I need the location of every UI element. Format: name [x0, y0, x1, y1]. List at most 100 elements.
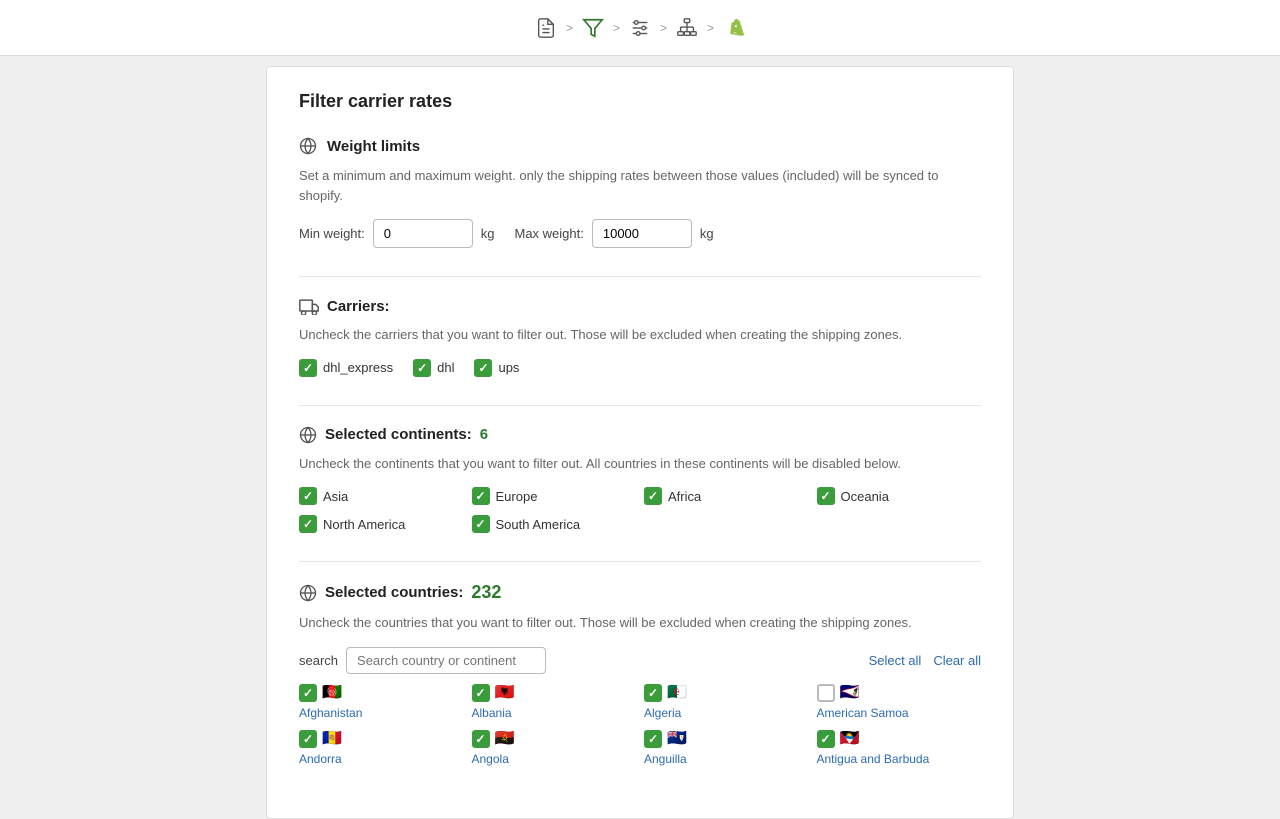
weight-limits-title: Weight limits — [327, 138, 420, 155]
continent-asia[interactable]: Asia — [299, 487, 464, 505]
country-anguilla-checkbox[interactable] — [644, 730, 662, 748]
country-afghanistan[interactable]: 🇦🇫 Afghanistan — [299, 684, 464, 720]
search-input[interactable] — [346, 647, 546, 674]
country-anguilla[interactable]: 🇦🇮 Anguilla — [644, 730, 809, 766]
continent-europe[interactable]: Europe — [472, 487, 637, 505]
country-anguilla-row: 🇦🇮 — [644, 730, 691, 748]
search-row: search — [299, 647, 546, 674]
continent-south-america-checkbox[interactable] — [472, 515, 490, 533]
country-angola-name: Angola — [472, 752, 509, 766]
continent-south-america[interactable]: South America — [472, 515, 637, 533]
continent-oceania[interactable]: Oceania — [817, 487, 982, 505]
country-albania[interactable]: 🇦🇱 Albania — [472, 684, 637, 720]
carriers-desc: Uncheck the carriers that you want to fi… — [299, 325, 981, 345]
countries-count: 232 — [471, 582, 501, 603]
country-andorra-name: Andorra — [299, 752, 342, 766]
weight-limits-section: Weight limits Set a minimum and maximum … — [299, 136, 981, 248]
country-afghanistan-name: Afghanistan — [299, 706, 362, 720]
min-weight-input[interactable] — [373, 219, 473, 248]
country-albania-flag: 🇦🇱 — [495, 685, 519, 701]
weight-inputs-row: Min weight: kg Max weight: kg — [299, 219, 981, 248]
globe-continents-icon — [299, 426, 317, 444]
country-afghanistan-flag: 🇦🇫 — [322, 685, 346, 701]
country-algeria-checkbox[interactable] — [644, 684, 662, 702]
country-andorra-flag: 🇦🇩 — [322, 731, 346, 747]
select-all-button[interactable]: Select all — [869, 653, 922, 668]
carrier-dhl-label: dhl — [437, 360, 454, 375]
continent-north-america[interactable]: North America — [299, 515, 464, 533]
country-albania-checkbox[interactable] — [472, 684, 490, 702]
country-angola-flag: 🇦🇴 — [495, 731, 519, 747]
continents-grid: Asia Europe Africa Oceania North America — [299, 487, 981, 533]
country-andorra[interactable]: 🇦🇩 Andorra — [299, 730, 464, 766]
weight-limits-header: Weight limits — [299, 136, 981, 156]
clear-all-button[interactable]: Clear all — [933, 653, 981, 668]
country-angola[interactable]: 🇦🇴 Angola — [472, 730, 637, 766]
continent-africa-label: Africa — [668, 489, 701, 504]
carriers-list: dhl_express dhl ups — [299, 359, 981, 377]
continent-africa-checkbox[interactable] — [644, 487, 662, 505]
carrier-ups-label: ups — [498, 360, 519, 375]
max-weight-label: Max weight: — [514, 226, 583, 241]
carrier-dhl[interactable]: dhl — [413, 359, 454, 377]
country-algeria-flag: 🇩🇿 — [667, 685, 691, 701]
continent-asia-label: Asia — [323, 489, 348, 504]
max-weight-unit: kg — [700, 226, 714, 241]
country-afghanistan-checkbox[interactable] — [299, 684, 317, 702]
carrier-ups-checkbox[interactable] — [474, 359, 492, 377]
countries-section: Selected countries: 232 Uncheck the coun… — [299, 582, 981, 766]
step-shopify[interactable] — [720, 14, 748, 42]
shopify-icon — [720, 14, 748, 42]
carriers-header: Carriers: — [299, 297, 981, 315]
chevron-2: > — [613, 21, 620, 35]
continent-europe-checkbox[interactable] — [472, 487, 490, 505]
step-file[interactable] — [532, 14, 560, 42]
continent-north-america-checkbox[interactable] — [299, 515, 317, 533]
carrier-dhl-express-checkbox[interactable] — [299, 359, 317, 377]
country-antigua-barbuda[interactable]: 🇦🇬 Antigua and Barbuda — [817, 730, 982, 766]
country-algeria-name: Algeria — [644, 706, 681, 720]
country-antigua-barbuda-flag: 🇦🇬 — [840, 731, 864, 747]
countries-grid: 🇦🇫 Afghanistan 🇦🇱 Albania 🇩 — [299, 684, 981, 766]
carrier-ups[interactable]: ups — [474, 359, 519, 377]
country-algeria-row: 🇩🇿 — [644, 684, 691, 702]
country-anguilla-name: Anguilla — [644, 752, 687, 766]
main-panel: Filter carrier rates Weight limits Set a… — [266, 66, 1014, 819]
step-sliders[interactable] — [626, 14, 654, 42]
countries-title: Selected countries: — [325, 584, 463, 601]
chevron-3: > — [660, 21, 667, 35]
continents-title: Selected continents: — [325, 426, 472, 443]
carrier-dhl-checkbox[interactable] — [413, 359, 431, 377]
country-afghanistan-row: 🇦🇫 — [299, 684, 346, 702]
globe-countries-icon — [299, 584, 317, 602]
weight-limits-desc: Set a minimum and maximum weight. only t… — [299, 166, 981, 205]
sitemap-icon — [673, 14, 701, 42]
country-angola-row: 🇦🇴 — [472, 730, 519, 748]
countries-desc: Uncheck the countries that you want to f… — [299, 613, 981, 633]
country-andorra-checkbox[interactable] — [299, 730, 317, 748]
country-algeria[interactable]: 🇩🇿 Algeria — [644, 684, 809, 720]
country-american-samoa-checkbox[interactable] — [817, 684, 835, 702]
continent-south-america-label: South America — [496, 517, 581, 532]
continent-europe-label: Europe — [496, 489, 538, 504]
step-sitemap[interactable] — [673, 14, 701, 42]
carrier-dhl-express[interactable]: dhl_express — [299, 359, 393, 377]
continent-oceania-checkbox[interactable] — [817, 487, 835, 505]
max-weight-input[interactable] — [592, 219, 692, 248]
country-andorra-row: 🇦🇩 — [299, 730, 346, 748]
country-albania-name: Albania — [472, 706, 512, 720]
step-filter[interactable] — [579, 14, 607, 42]
chevron-4: > — [707, 21, 714, 35]
country-angola-checkbox[interactable] — [472, 730, 490, 748]
countries-controls: search Select all Clear all — [299, 647, 981, 674]
filter-icon — [579, 14, 607, 42]
continent-africa[interactable]: Africa — [644, 487, 809, 505]
country-american-samoa-flag: 🇦🇸 — [840, 685, 864, 701]
country-american-samoa[interactable]: 🇦🇸 American Samoa — [817, 684, 982, 720]
page-title: Filter carrier rates — [299, 91, 981, 112]
divider-1 — [299, 276, 981, 277]
continent-asia-checkbox[interactable] — [299, 487, 317, 505]
carriers-section: Carriers: Uncheck the carriers that you … — [299, 297, 981, 377]
countries-header: Selected countries: 232 — [299, 582, 981, 603]
country-antigua-barbuda-checkbox[interactable] — [817, 730, 835, 748]
